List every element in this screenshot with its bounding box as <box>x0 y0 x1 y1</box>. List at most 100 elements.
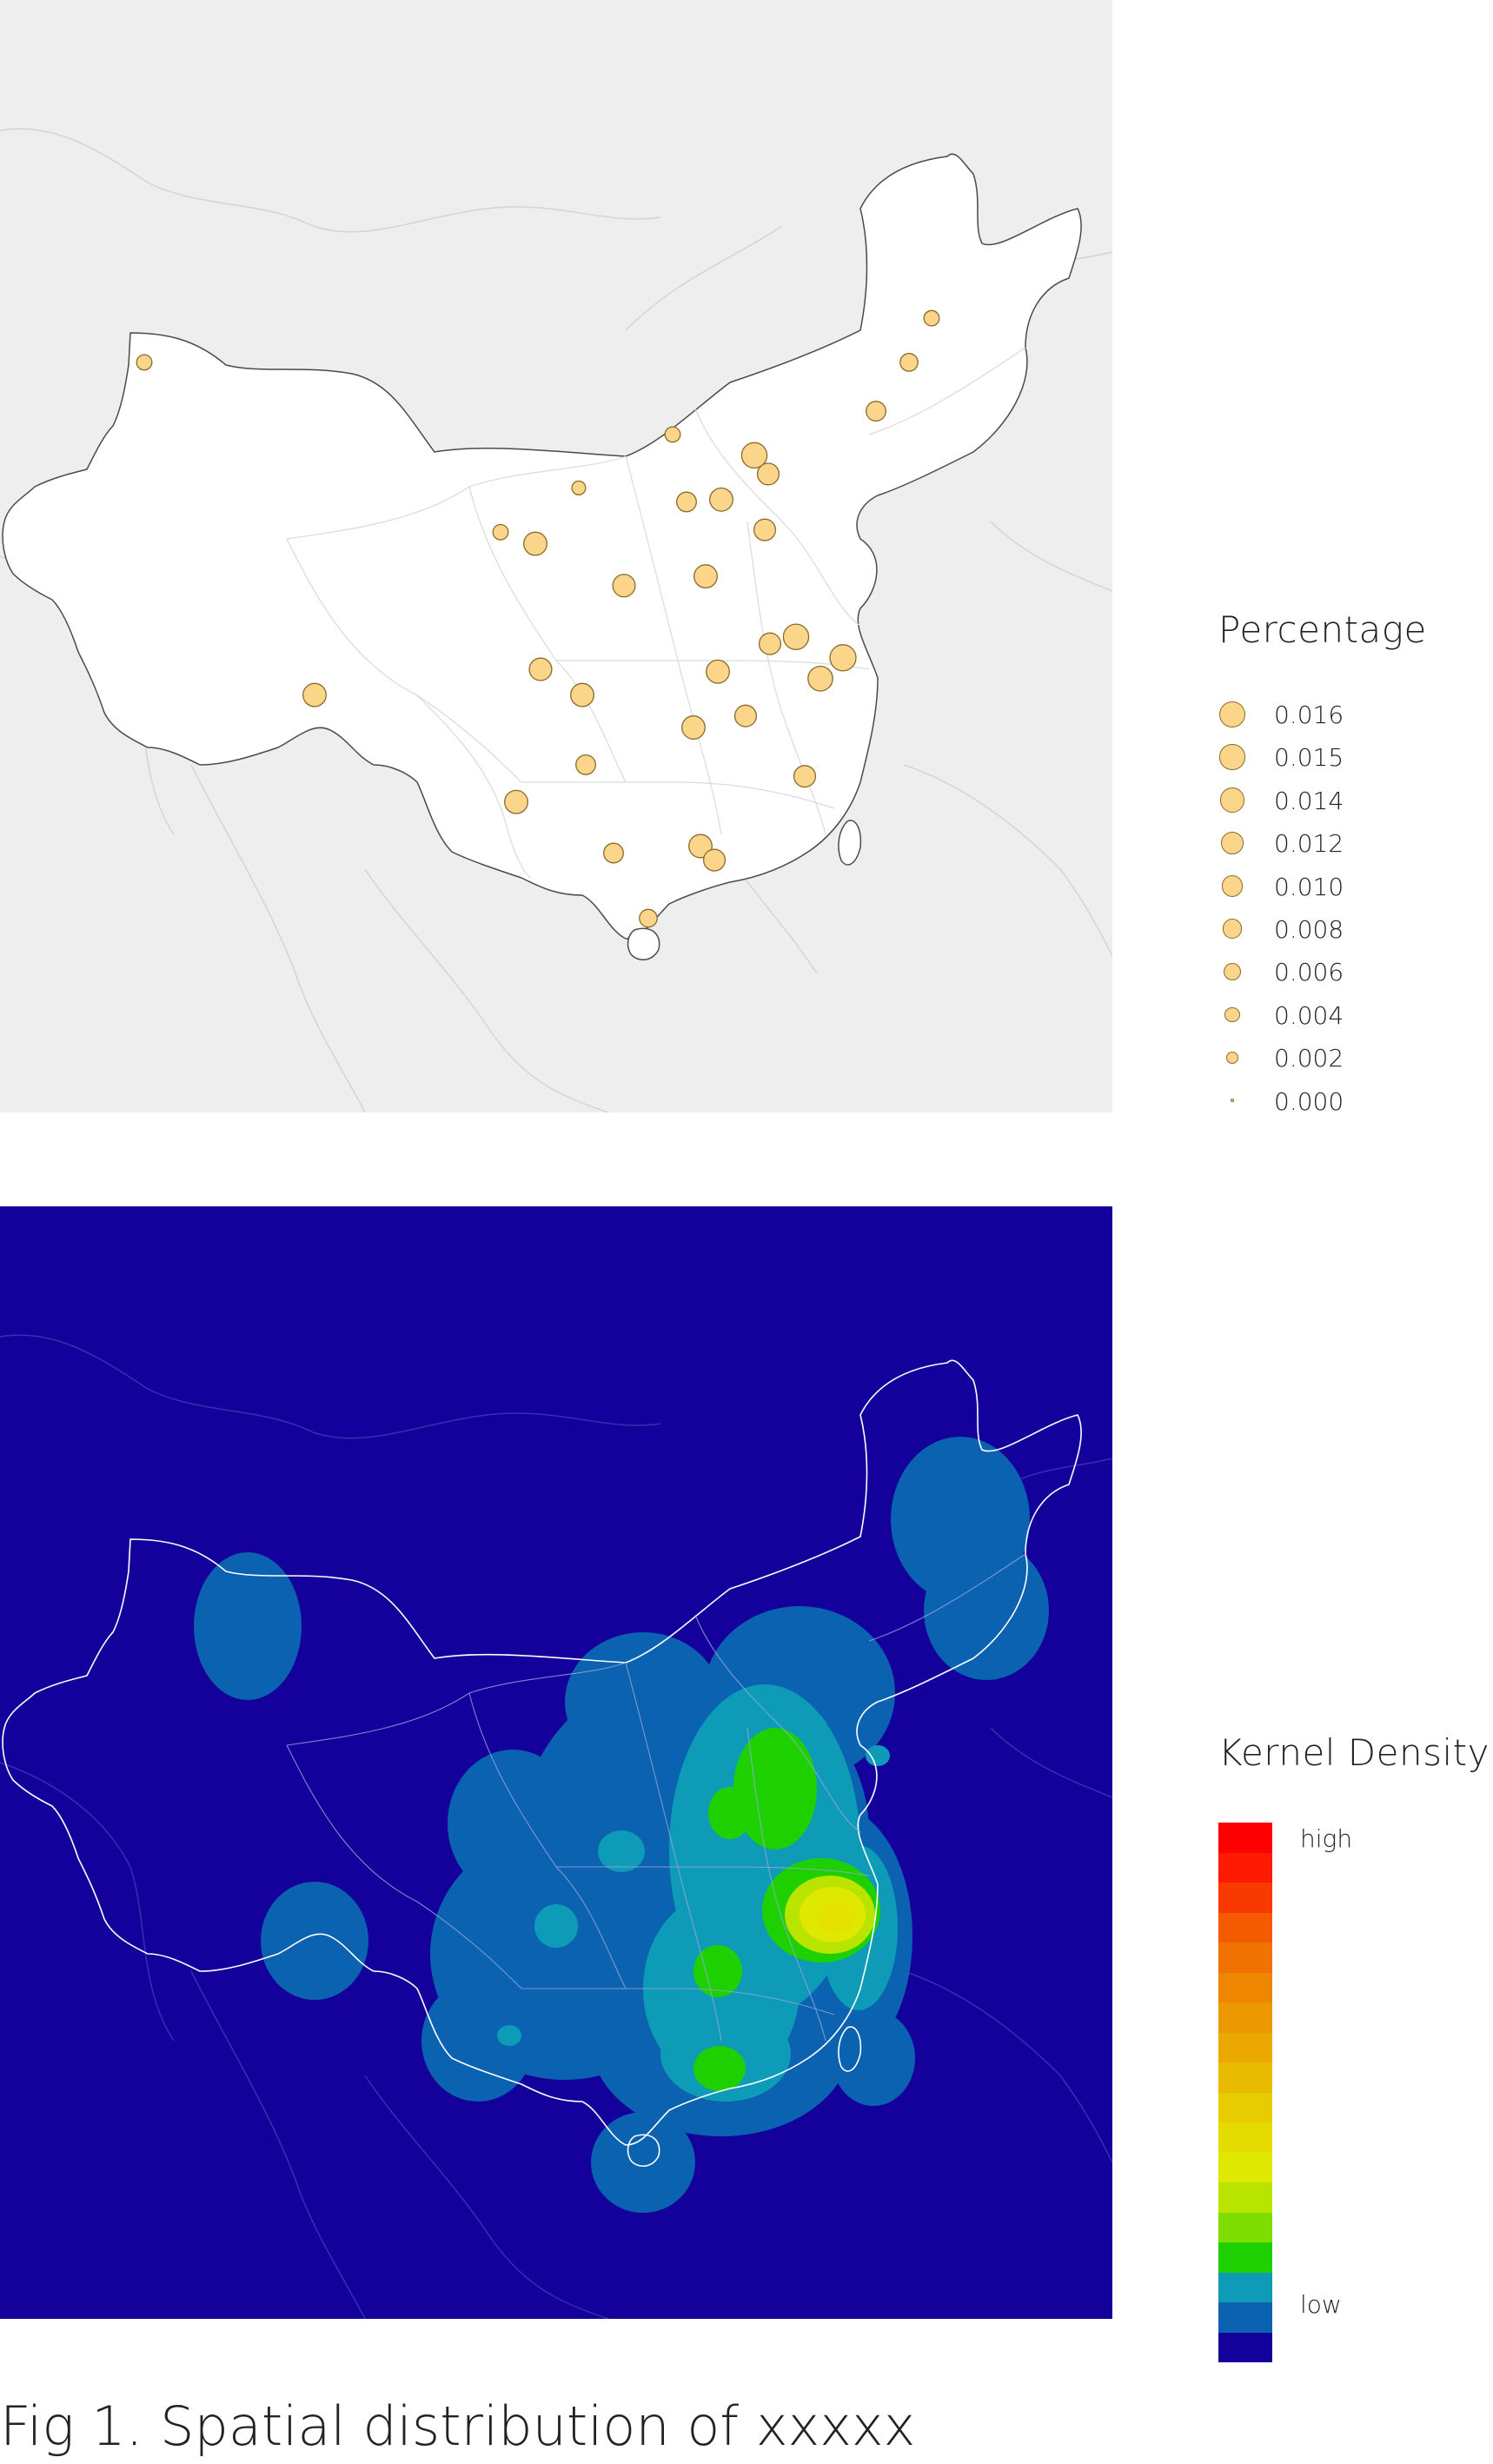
legend-label: 0.010 <box>1274 872 1344 901</box>
legend-label: 0.012 <box>1274 829 1344 859</box>
legend-entry: 0.010 <box>1218 865 1444 907</box>
percentage-point <box>571 480 587 495</box>
legend-entry: 0.004 <box>1218 993 1444 1036</box>
legend-dot <box>1224 1006 1240 1023</box>
color-bar-step <box>1218 2212 1272 2242</box>
kernel-density-color-bar <box>1218 1823 1272 2362</box>
legend-dot-cell <box>1218 865 1246 907</box>
percentage-point <box>753 518 777 541</box>
percentage-point <box>528 657 553 681</box>
percentage-point <box>504 789 528 814</box>
hainan-island <box>627 927 660 960</box>
percentage-legend-title: Percentage <box>1218 608 1427 651</box>
legend-label: 0.015 <box>1274 743 1344 773</box>
legend-dot <box>1221 874 1244 897</box>
percentage-point <box>782 623 810 650</box>
percentage-legend: Percentage 0.016 0.015 0.014 0.012 0.010… <box>1218 608 1427 1116</box>
color-bar-step <box>1218 2092 1272 2122</box>
percentage-point <box>575 754 596 775</box>
legend-entry: 0.015 <box>1218 735 1444 778</box>
legend-entry: 0.012 <box>1218 821 1444 864</box>
legend-dot-cell <box>1218 950 1246 993</box>
percentage-point <box>923 309 940 327</box>
percentage-map-panel <box>0 0 1112 1112</box>
legend-dot <box>1219 744 1245 770</box>
percentage-point <box>709 487 733 512</box>
percentage-point <box>676 491 697 513</box>
color-bar-step <box>1218 2002 1272 2033</box>
legend-dot-cell <box>1218 993 1246 1036</box>
legend-dot-cell <box>1218 1079 1246 1122</box>
color-bar-step <box>1218 1852 1272 1883</box>
legend-dot <box>1226 1051 1238 1064</box>
color-bar-step <box>1218 2122 1272 2153</box>
legend-dot <box>1219 787 1245 813</box>
percentage-point <box>899 353 919 372</box>
percentage-point <box>702 848 727 872</box>
percentage-map <box>0 0 1112 1112</box>
percentage-point <box>829 644 857 672</box>
percentage-point <box>492 523 509 541</box>
percentage-point <box>302 682 327 707</box>
color-bar-step <box>1218 2332 1272 2362</box>
percentage-point <box>570 682 594 707</box>
kernel-density-legend: Kernel Density high low <box>1218 1731 1490 2362</box>
color-bar-step <box>1218 2152 1272 2182</box>
figure-caption: Fig 1. Spatial distribution of xxxxx <box>0 2394 916 2458</box>
percentage-point <box>136 354 153 371</box>
legend-dot-cell <box>1218 1036 1246 1079</box>
legend-dot <box>1222 919 1243 939</box>
legend-dot-cell <box>1218 693 1246 735</box>
kernel-density-map-panel <box>0 1206 1112 2319</box>
legend-dot <box>1220 831 1244 855</box>
percentage-point <box>639 908 658 928</box>
legend-dot <box>1223 962 1242 981</box>
kernel-density-legend-title: Kernel Density <box>1218 1731 1490 1774</box>
legend-entry: 0.016 <box>1218 693 1444 735</box>
legend-dot-cell <box>1218 821 1246 864</box>
color-bar-step <box>1218 2182 1272 2213</box>
legend-dot-cell <box>1218 907 1246 950</box>
legend-low-label: low <box>1300 2290 1342 2319</box>
legend-dot <box>1219 701 1245 727</box>
legend-label: 0.008 <box>1274 914 1344 944</box>
legend-entry: 0.008 <box>1218 907 1444 950</box>
legend-label: 0.004 <box>1274 1000 1344 1030</box>
legend-dot-cell <box>1218 779 1246 821</box>
legend-entry: 0.014 <box>1218 779 1444 821</box>
color-bar-step <box>1218 1912 1272 1943</box>
percentage-point <box>758 632 782 655</box>
percentage-point <box>733 704 758 727</box>
kernel-density-map <box>0 1206 1112 2319</box>
percentage-point <box>612 574 636 598</box>
legend-label: 0.006 <box>1274 958 1344 987</box>
legend-dot <box>1231 1099 1234 1103</box>
percentage-point <box>793 765 817 788</box>
color-bar-step <box>1218 1883 1272 1913</box>
percentage-point <box>693 564 718 589</box>
color-bar-step <box>1218 2242 1272 2273</box>
percentage-point <box>603 842 624 864</box>
percentage-point <box>866 401 886 422</box>
color-bar-step <box>1218 1972 1272 2002</box>
percentage-point <box>523 531 547 556</box>
legend-entry: 0.006 <box>1218 950 1444 993</box>
legend-label: 0.014 <box>1274 786 1344 815</box>
density-level-peak <box>817 1902 855 1933</box>
legend-dot-cell <box>1218 735 1246 778</box>
percentage-point <box>706 659 730 684</box>
legend-label: 0.000 <box>1274 1086 1344 1116</box>
legend-entry: 0.000 <box>1218 1079 1444 1122</box>
color-bar-step <box>1218 1823 1272 1853</box>
legend-high-label: high <box>1300 1824 1353 1853</box>
percentage-point <box>756 462 780 486</box>
percentage-point <box>664 426 681 443</box>
legend-label: 0.002 <box>1274 1044 1344 1073</box>
color-bar-step <box>1218 2272 1272 2302</box>
percentage-point <box>681 715 706 740</box>
color-bar-step <box>1218 2032 1272 2062</box>
color-bar-step <box>1218 2302 1272 2333</box>
color-bar-step <box>1218 1943 1272 1973</box>
legend-entry: 0.002 <box>1218 1036 1444 1079</box>
percentage-point <box>807 665 833 692</box>
